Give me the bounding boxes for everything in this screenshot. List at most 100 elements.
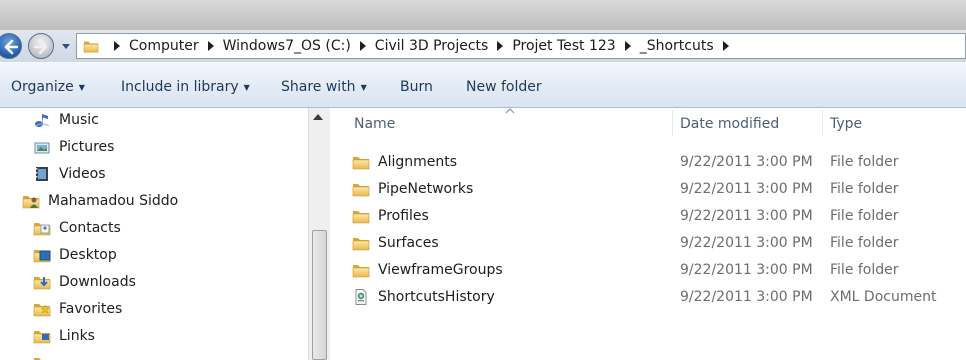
new-folder-label[interactable]: New folder: [466, 79, 542, 95]
nav-item-label[interactable]: Mahamadou Siddo: [48, 193, 178, 209]
breadcrumb-label[interactable]: Civil 3D Projects: [375, 38, 489, 54]
folder-icon: [352, 262, 370, 278]
breadcrumb-label[interactable]: Projet Test 123: [512, 38, 615, 54]
file-row[interactable]: Profiles 9/22/2011 3:00 PM File folder: [330, 202, 966, 229]
file-date: 9/22/2011 3:00 PM: [680, 180, 813, 197]
nav-item-user[interactable]: Mahamadou Siddo: [22, 189, 178, 213]
file-type: File folder: [830, 207, 899, 224]
nav-item-label[interactable]: Links: [59, 328, 95, 344]
chevron-right-icon[interactable]: [624, 41, 632, 51]
column-header-type[interactable]: Type: [830, 108, 862, 140]
nav-item-label[interactable]: Favorites: [59, 301, 122, 317]
column-header-date[interactable]: Date modified: [680, 108, 779, 140]
column-header-label[interactable]: Date modified: [680, 116, 779, 132]
chevron-right-icon[interactable]: [496, 41, 504, 51]
share-with-menu[interactable]: Share with ▼: [281, 79, 367, 95]
breadcrumb-computer[interactable]: Computer: [105, 38, 199, 54]
column-divider[interactable]: [672, 110, 673, 136]
file-name[interactable]: Surfaces: [378, 235, 439, 251]
nav-scrollbar[interactable]: [308, 108, 330, 360]
nav-item-label[interactable]: Downloads: [59, 274, 136, 290]
chevron-right-icon[interactable]: [722, 41, 730, 51]
file-name[interactable]: ViewframeGroups: [378, 262, 503, 278]
nav-item-links[interactable]: Links: [33, 324, 95, 348]
include-label[interactable]: Include in library: [121, 79, 239, 95]
nav-item-favorites[interactable]: Favorites: [33, 297, 122, 321]
share-label[interactable]: Share with: [281, 79, 356, 95]
file-name[interactable]: Profiles: [378, 208, 429, 224]
contacts-icon: [33, 222, 51, 236]
dropdown-arrow-icon[interactable]: ▼: [79, 83, 85, 92]
file-row[interactable]: ViewframeGroups 9/22/2011 3:00 PM File f…: [330, 256, 966, 283]
breadcrumb-drive[interactable]: Windows7_OS (C:): [199, 38, 351, 54]
breadcrumb-label[interactable]: Windows7_OS (C:): [223, 38, 351, 54]
column-divider[interactable]: [822, 110, 823, 136]
breadcrumb-project[interactable]: Projet Test 123: [488, 38, 616, 54]
chevron-right-icon[interactable]: [359, 41, 367, 51]
file-row[interactable]: Surfaces 9/22/2011 3:00 PM File folder: [330, 229, 966, 256]
file-type: File folder: [830, 180, 899, 197]
downloads-icon: [33, 276, 51, 290]
recent-pages-dropdown-icon[interactable]: [60, 38, 72, 54]
back-arrow-icon: [4, 39, 18, 55]
pictures-icon: [34, 142, 50, 154]
file-type: File folder: [830, 234, 899, 251]
organize-menu[interactable]: Organize ▼: [11, 79, 85, 95]
breadcrumb-civil3d-projects[interactable]: Civil 3D Projects: [351, 38, 489, 54]
nav-item-desktop[interactable]: Desktop: [33, 243, 117, 267]
file-date: 9/22/2011 3:00 PM: [680, 234, 813, 251]
file-name[interactable]: PipeNetworks: [378, 181, 473, 197]
include-in-library-menu[interactable]: Include in library ▼: [121, 79, 250, 95]
address-bar[interactable]: Computer Windows7_OS (C:) Civil 3D Proje…: [76, 33, 966, 59]
organize-label[interactable]: Organize: [11, 79, 74, 95]
nav-item-partial[interactable]: [33, 351, 59, 360]
breadcrumb-label[interactable]: Computer: [129, 38, 199, 54]
folder-icon: [352, 208, 370, 224]
nav-item-music[interactable]: Music: [33, 108, 99, 132]
breadcrumb-label[interactable]: _Shortcuts: [640, 38, 714, 54]
file-row[interactable]: ShortcutsHistory 9/22/2011 3:00 PM XML D…: [330, 283, 966, 310]
xml-file-icon: [355, 288, 367, 305]
burn-label[interactable]: Burn: [400, 79, 433, 95]
scrollbar-thumb[interactable]: [312, 230, 327, 360]
chevron-right-icon[interactable]: [207, 41, 215, 51]
forward-arrow-icon: [34, 39, 48, 55]
file-type: File folder: [830, 153, 899, 170]
file-row[interactable]: Alignments 9/22/2011 3:00 PM File folder: [330, 148, 966, 175]
folder-icon: [352, 154, 370, 170]
nav-item-label[interactable]: Contacts: [59, 220, 121, 236]
navigation-pane: Music Pictures Videos Mahamadou Siddo Co…: [0, 108, 330, 360]
column-header-label[interactable]: Name: [354, 116, 395, 132]
column-header-name[interactable]: Name: [354, 108, 395, 140]
desktop-icon: [33, 249, 51, 263]
links-icon: [33, 330, 51, 344]
nav-item-label[interactable]: Pictures: [59, 139, 114, 155]
column-header-label[interactable]: Type: [830, 116, 862, 132]
favorites-icon: [33, 303, 51, 317]
file-type: XML Document: [830, 288, 937, 305]
nav-item-contacts[interactable]: Contacts: [33, 216, 121, 240]
nav-item-label[interactable]: Desktop: [59, 247, 117, 263]
breadcrumb-shortcuts[interactable]: _Shortcuts: [616, 38, 714, 54]
file-name[interactable]: ShortcutsHistory: [378, 289, 495, 305]
chevron-right-icon[interactable]: [113, 41, 121, 51]
file-row[interactable]: PipeNetworks 9/22/2011 3:00 PM File fold…: [330, 175, 966, 202]
nav-item-downloads[interactable]: Downloads: [33, 270, 136, 294]
file-date: 9/22/2011 3:00 PM: [680, 288, 813, 305]
title-bar: [0, 0, 966, 30]
forward-button[interactable]: [28, 33, 54, 59]
nav-item-videos[interactable]: Videos: [33, 162, 106, 186]
burn-button[interactable]: Burn: [400, 79, 433, 95]
scroll-up-arrow-icon[interactable]: [313, 114, 323, 120]
dropdown-arrow-icon[interactable]: ▼: [244, 83, 250, 92]
new-folder-button[interactable]: New folder: [466, 79, 542, 95]
file-type: File folder: [830, 261, 899, 278]
folder-icon: [33, 357, 51, 360]
back-button[interactable]: [0, 33, 22, 59]
dropdown-arrow-icon[interactable]: ▼: [361, 83, 367, 92]
nav-item-label[interactable]: Music: [59, 112, 99, 128]
nav-item-pictures[interactable]: Pictures: [33, 135, 114, 159]
folder-icon: [83, 39, 99, 53]
nav-item-label[interactable]: Videos: [59, 166, 106, 182]
file-name[interactable]: Alignments: [378, 154, 457, 170]
